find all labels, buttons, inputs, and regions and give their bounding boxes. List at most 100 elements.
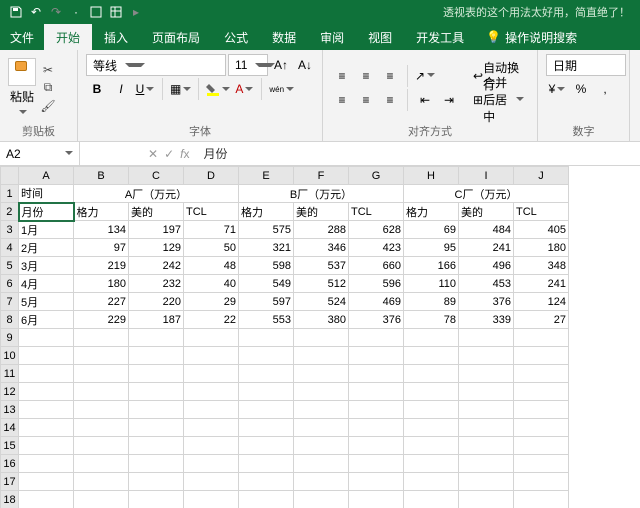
cell[interactable] xyxy=(514,329,569,347)
cell[interactable]: 241 xyxy=(459,239,514,257)
cell[interactable]: 格力 xyxy=(74,203,129,221)
cell[interactable]: 596 xyxy=(349,275,404,293)
cell[interactable] xyxy=(349,383,404,401)
cell[interactable] xyxy=(294,491,349,508)
cell[interactable] xyxy=(129,365,184,383)
phonetic-button[interactable]: wén xyxy=(268,78,295,100)
cell[interactable] xyxy=(404,491,459,508)
number-format-select[interactable]: 日期 xyxy=(546,54,626,76)
cut-icon[interactable]: ✂ xyxy=(40,62,56,78)
cell[interactable] xyxy=(459,401,514,419)
cell[interactable]: 134 xyxy=(74,221,129,239)
row-header[interactable]: 10 xyxy=(1,347,19,365)
tab-data[interactable]: 数据 xyxy=(260,24,308,50)
cell[interactable] xyxy=(74,455,129,473)
cell[interactable] xyxy=(74,473,129,491)
spreadsheet[interactable]: A B C D E F G H I J 1 时间 A厂（万元） B厂（万元） C… xyxy=(0,166,640,508)
merge-center-button[interactable]: ⊞ 合并后居中 xyxy=(468,89,529,111)
cell[interactable]: 537 xyxy=(294,257,349,275)
cell[interactable]: 512 xyxy=(294,275,349,293)
cell[interactable]: 232 xyxy=(129,275,184,293)
cell[interactable] xyxy=(294,329,349,347)
cell[interactable] xyxy=(459,437,514,455)
cell[interactable] xyxy=(404,455,459,473)
cell[interactable]: 380 xyxy=(294,311,349,329)
cell[interactable]: 2月 xyxy=(19,239,74,257)
cell[interactable]: 220 xyxy=(129,293,184,311)
cell[interactable] xyxy=(239,383,294,401)
cell[interactable]: 110 xyxy=(404,275,459,293)
enter-icon[interactable]: ✓ xyxy=(164,147,174,161)
cell[interactable] xyxy=(514,455,569,473)
cell[interactable] xyxy=(129,383,184,401)
cell[interactable] xyxy=(459,329,514,347)
row-header[interactable]: 8 xyxy=(1,311,19,329)
tab-home[interactable]: 开始 xyxy=(44,24,92,50)
cell[interactable]: 166 xyxy=(404,257,459,275)
cell[interactable] xyxy=(514,347,569,365)
cell[interactable]: 22 xyxy=(184,311,239,329)
decrease-font-icon[interactable]: A↓ xyxy=(294,54,316,76)
cell[interactable]: A厂（万元） xyxy=(74,185,239,203)
cell[interactable]: 187 xyxy=(129,311,184,329)
cell[interactable] xyxy=(129,473,184,491)
cell[interactable] xyxy=(404,347,459,365)
tab-insert[interactable]: 插入 xyxy=(92,24,140,50)
cell[interactable] xyxy=(19,347,74,365)
cell[interactable]: 27 xyxy=(514,311,569,329)
row-header[interactable]: 18 xyxy=(1,491,19,508)
increase-font-icon[interactable]: A↑ xyxy=(270,54,292,76)
italic-button[interactable]: I xyxy=(110,78,132,100)
cell[interactable] xyxy=(74,383,129,401)
cell[interactable] xyxy=(349,455,404,473)
row-header[interactable]: 2 xyxy=(1,203,19,221)
row-header[interactable]: 15 xyxy=(1,437,19,455)
cell[interactable] xyxy=(349,347,404,365)
cell[interactable] xyxy=(404,365,459,383)
cell[interactable]: 1月 xyxy=(19,221,74,239)
cell[interactable]: 124 xyxy=(514,293,569,311)
cell[interactable] xyxy=(74,347,129,365)
cell[interactable] xyxy=(404,329,459,347)
cell[interactable]: 346 xyxy=(294,239,349,257)
align-top-icon[interactable]: ≡ xyxy=(331,65,353,87)
cell[interactable] xyxy=(514,491,569,508)
align-right-icon[interactable]: ≡ xyxy=(379,89,401,111)
cell[interactable] xyxy=(514,383,569,401)
cell[interactable]: 48 xyxy=(184,257,239,275)
align-bottom-icon[interactable]: ≡ xyxy=(379,65,401,87)
cell[interactable] xyxy=(184,329,239,347)
cell[interactable] xyxy=(459,455,514,473)
font-color-button[interactable]: A xyxy=(233,78,255,100)
cell[interactable] xyxy=(239,491,294,508)
cell[interactable]: 321 xyxy=(239,239,294,257)
cell[interactable]: 227 xyxy=(74,293,129,311)
cell[interactable]: 97 xyxy=(74,239,129,257)
col-header[interactable]: B xyxy=(74,167,129,185)
cell[interactable] xyxy=(184,473,239,491)
cell[interactable]: TCL xyxy=(514,203,569,221)
cell[interactable] xyxy=(294,473,349,491)
cell[interactable] xyxy=(294,401,349,419)
cell[interactable]: TCL xyxy=(184,203,239,221)
cell[interactable] xyxy=(514,437,569,455)
row-header[interactable]: 11 xyxy=(1,365,19,383)
cell[interactable]: 524 xyxy=(294,293,349,311)
cell[interactable] xyxy=(19,437,74,455)
cell[interactable]: 348 xyxy=(514,257,569,275)
cell[interactable] xyxy=(459,383,514,401)
cell[interactable] xyxy=(404,401,459,419)
row-header[interactable]: 12 xyxy=(1,383,19,401)
cell[interactable]: 格力 xyxy=(404,203,459,221)
cell[interactable]: 660 xyxy=(349,257,404,275)
cell[interactable]: 288 xyxy=(294,221,349,239)
cell[interactable] xyxy=(349,419,404,437)
orientation-icon[interactable]: ↗ xyxy=(414,65,436,87)
cell[interactable]: 美的 xyxy=(459,203,514,221)
select-all[interactable] xyxy=(1,167,19,185)
cell[interactable]: 553 xyxy=(239,311,294,329)
cell[interactable] xyxy=(184,455,239,473)
row-header[interactable]: 7 xyxy=(1,293,19,311)
cell[interactable] xyxy=(459,419,514,437)
cell[interactable] xyxy=(19,401,74,419)
